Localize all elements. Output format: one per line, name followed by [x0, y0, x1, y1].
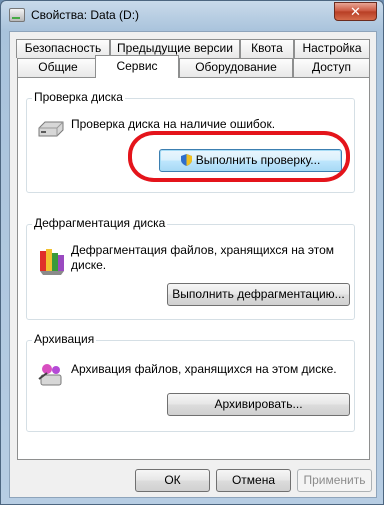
check-now-label: Выполнить проверку... — [195, 153, 321, 167]
error-checking-title: Проверка диска — [32, 90, 125, 104]
tab-hardware[interactable]: Оборудование — [179, 58, 293, 77]
title-bar[interactable]: Свойства: Data (D:) ✕ — [1, 1, 383, 31]
backup-icon — [38, 364, 62, 386]
hard-drive-icon — [38, 121, 64, 137]
defrag-icon — [40, 249, 64, 275]
drive-title-icon — [9, 8, 25, 22]
defrag-description-line1: Дефрагментация файлов, хранящихся на это… — [71, 243, 335, 257]
check-now-button[interactable]: Выполнить проверку... — [159, 149, 342, 172]
defrag-title: Дефрагментация диска — [32, 216, 168, 230]
backup-group: Архивация Архивация файлов, хранящихся н… — [26, 332, 355, 432]
backup-now-button[interactable]: Архивировать... — [167, 393, 350, 416]
ok-button[interactable]: ОК — [135, 469, 210, 492]
tools-tab-panel: Проверка диска Проверка диска на наличие… — [17, 77, 370, 460]
defrag-description-line2: диске. — [71, 258, 107, 272]
error-checking-group: Проверка диска Проверка диска на наличие… — [26, 90, 355, 193]
tab-settings[interactable]: Настройка — [294, 39, 370, 58]
properties-window: Свойства: Data (D:) ✕ Безопасность Преды… — [0, 0, 384, 505]
backup-description: Архивация файлов, хранящихся на этом дис… — [71, 362, 337, 376]
cancel-button[interactable]: Отмена — [216, 469, 291, 492]
close-button[interactable]: ✕ — [334, 2, 377, 21]
tab-sharing[interactable]: Доступ — [293, 58, 370, 77]
apply-button[interactable]: Применить — [297, 469, 372, 492]
error-checking-description: Проверка диска на наличие ошибок. — [71, 117, 276, 131]
tab-tools[interactable]: Сервис — [95, 55, 179, 78]
defrag-group: Дефрагментация диска Дефрагментация файл… — [26, 216, 355, 320]
window-title: Свойства: Data (D:) — [31, 8, 140, 22]
dialog-body: Безопасность Предыдущие версии Квота Нас… — [9, 31, 377, 498]
tab-quota[interactable]: Квота — [240, 39, 294, 58]
backup-title: Архивация — [32, 332, 97, 346]
defragment-now-button[interactable]: Выполнить дефрагментацию... — [167, 283, 350, 306]
tab-general[interactable]: Общие — [17, 58, 99, 77]
uac-shield-icon — [180, 154, 192, 166]
